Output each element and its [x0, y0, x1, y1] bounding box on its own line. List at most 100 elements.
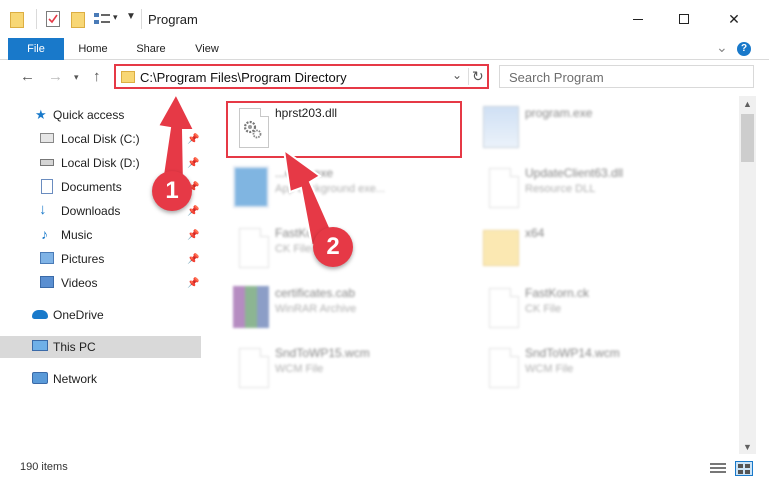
nav-item-label: Documents — [61, 180, 122, 194]
help-icon[interactable]: ? — [737, 42, 751, 56]
nav-item-label: Music — [61, 228, 93, 242]
nav-item-network[interactable]: Network — [0, 368, 201, 390]
details-view-icon[interactable] — [710, 463, 726, 474]
blank-file-icon — [233, 346, 269, 388]
nav-item-label: Network — [53, 372, 98, 386]
search-input[interactable]: Search Program — [499, 65, 754, 88]
drive-c-icon — [40, 133, 54, 143]
pin-icon[interactable]: 📌 — [187, 206, 199, 217]
recent-locations-chevron-icon[interactable]: ▾ — [74, 72, 79, 83]
file-name: certificates.cab — [275, 286, 356, 300]
tab-file[interactable]: File — [8, 38, 64, 60]
divider — [468, 68, 469, 85]
file-type: CK File — [525, 303, 562, 315]
file-name: FastKorn.ck — [525, 286, 590, 300]
view-options-icon[interactable] — [94, 13, 110, 25]
navigation-pane: ★ Quick access Local Disk (C:) 📌 Local D… — [0, 96, 201, 454]
scroll-thumb[interactable] — [741, 114, 754, 162]
nav-item-label: Pictures — [61, 252, 105, 266]
maximize-button[interactable] — [661, 0, 707, 38]
search-placeholder: Search Program — [509, 70, 604, 85]
nav-item-label: Downloads — [61, 204, 121, 218]
close-icon: ✕ — [728, 10, 740, 27]
minimize-button[interactable] — [615, 0, 661, 38]
customize-toolbar-icon[interactable]: ▼ — [126, 11, 136, 22]
status-bar: 190 items — [0, 456, 769, 480]
refresh-icon[interactable]: ↻ — [472, 68, 484, 85]
file-name: ...exec.exe — [275, 166, 334, 180]
file-highlight-box — [226, 101, 462, 158]
blank-file-icon — [233, 226, 269, 268]
folder-icon — [10, 12, 24, 28]
scroll-down-icon[interactable]: ▼ — [743, 442, 752, 452]
folder-icon — [121, 71, 135, 83]
address-dropdown-icon[interactable]: ⌄ — [452, 68, 462, 82]
minimize-icon — [633, 18, 643, 20]
file-name: UpdateClient63.dll — [525, 166, 624, 180]
nav-item-label: Videos — [61, 276, 98, 290]
large-icons-view-icon[interactable] — [735, 461, 753, 476]
videos-icon — [40, 276, 54, 288]
file-item[interactable]: x64 — [479, 224, 719, 278]
star-icon: ★ — [35, 107, 47, 122]
nav-item-pictures[interactable]: Pictures 📌 — [0, 248, 201, 270]
pin-icon[interactable]: 📌 — [187, 254, 199, 265]
back-arrow-icon[interactable]: ← — [20, 68, 35, 85]
tab-home[interactable]: Home — [70, 38, 116, 60]
file-name: program.exe — [525, 106, 593, 120]
archive-icon — [233, 286, 269, 328]
nav-item-label: Local Disk (C:) — [61, 132, 140, 146]
divider — [141, 9, 142, 29]
title-bar: ▾ ▼ Program ✕ — [0, 0, 769, 38]
maximize-icon — [679, 14, 689, 24]
properties-icon[interactable] — [46, 11, 60, 27]
nav-item-onedrive[interactable]: OneDrive — [0, 304, 201, 326]
file-item[interactable]: certificates.cab WinRAR Archive — [229, 284, 469, 338]
new-folder-icon[interactable] — [71, 12, 85, 28]
item-count: 190 items — [20, 461, 68, 473]
expand-ribbon-icon[interactable]: ⌄ — [716, 39, 728, 56]
nav-item-local-disk-c[interactable]: Local Disk (C:) 📌 — [0, 128, 201, 150]
blank-file-icon — [483, 346, 519, 388]
file-type: Resource DLL — [525, 183, 596, 195]
pin-icon[interactable]: 📌 — [187, 134, 199, 145]
nav-item-this-pc[interactable]: This PC — [0, 336, 201, 358]
step-badge-2: 2 — [313, 227, 353, 267]
file-item[interactable]: ...exec.exe App background exe... — [229, 164, 469, 218]
forward-arrow-icon[interactable]: → — [48, 68, 63, 85]
pin-icon[interactable]: 📌 — [187, 230, 199, 241]
nav-item-label: This PC — [53, 340, 96, 354]
file-item[interactable]: SndToWP15.wcm WCM File — [229, 344, 469, 398]
file-name: SndToWP15.wcm — [275, 346, 370, 360]
scroll-up-icon[interactable]: ▲ — [743, 99, 752, 109]
file-name: SndToWP14.wcm — [525, 346, 620, 360]
tab-share[interactable]: Share — [128, 38, 174, 60]
window-title: Program — [148, 12, 198, 27]
vertical-scrollbar[interactable]: ▲ ▼ — [739, 96, 756, 454]
onedrive-icon — [32, 310, 48, 319]
file-item[interactable]: SndToWP14.wcm WCM File — [479, 344, 719, 398]
file-name: x64 — [525, 226, 545, 240]
nav-item-quick-access[interactable]: ★ Quick access — [0, 104, 201, 126]
divider — [36, 9, 37, 29]
close-button[interactable]: ✕ — [711, 0, 757, 38]
file-item[interactable]: program.exe — [479, 104, 719, 158]
nav-item-videos[interactable]: Videos 📌 — [0, 272, 201, 294]
pin-icon[interactable]: 📌 — [187, 158, 199, 169]
up-arrow-icon[interactable]: ↑ — [93, 68, 101, 85]
nav-item-label: Quick access — [53, 108, 125, 122]
exe-window-icon — [233, 166, 269, 208]
chevron-down-icon[interactable]: ▾ — [113, 12, 118, 23]
nav-item-label: Local Disk (D:) — [61, 156, 140, 170]
file-item[interactable]: FastKorn.ck CK File — [479, 284, 719, 338]
file-type: App background exe... — [275, 183, 386, 195]
pin-icon[interactable]: 📌 — [187, 278, 199, 289]
nav-item-music[interactable]: ♪ Music 📌 — [0, 224, 201, 246]
address-bar[interactable]: C:\Program Files\Program Directory ⌄ ↻ — [114, 64, 489, 89]
pictures-icon — [40, 252, 54, 264]
tab-view[interactable]: View — [184, 38, 230, 60]
file-item[interactable]: UpdateClient63.dll Resource DLL — [479, 164, 719, 218]
network-icon — [32, 372, 48, 384]
downloads-icon: ↓ — [39, 201, 47, 218]
nav-item-label: OneDrive — [53, 308, 104, 322]
